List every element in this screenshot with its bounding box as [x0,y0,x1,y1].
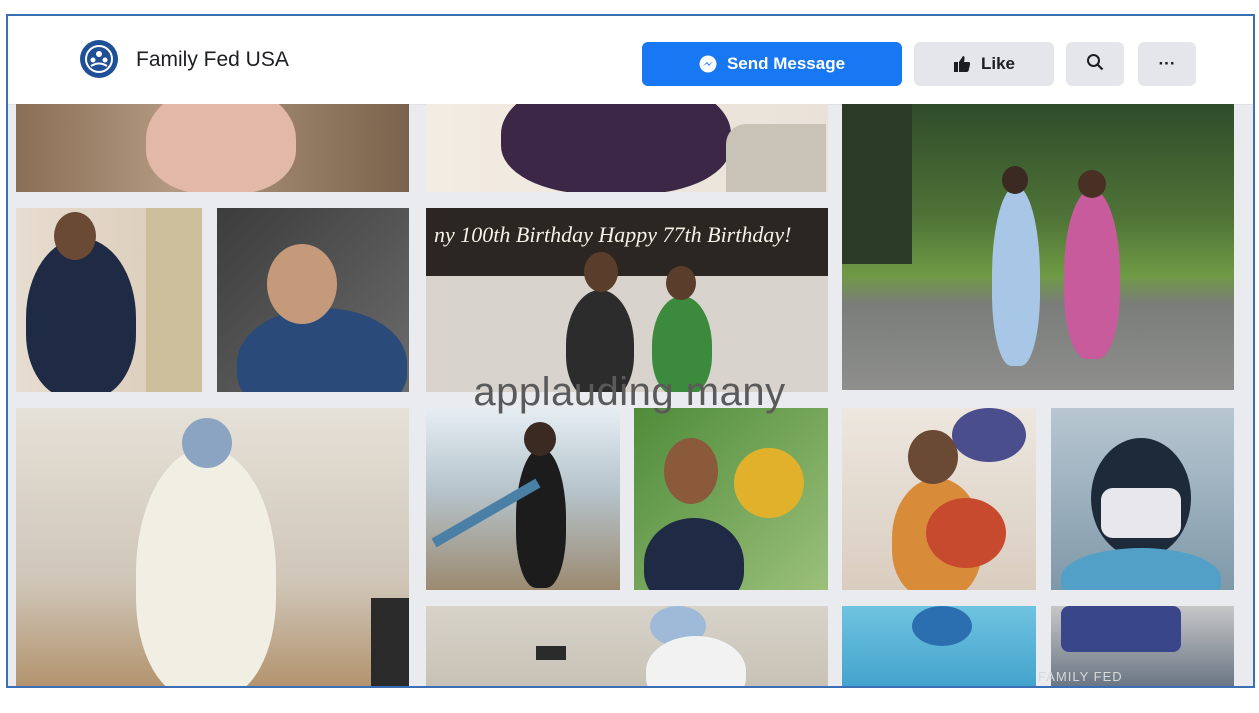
photo-tile-birthday-banner: ny 100th Birthday Happy 77th Birthday! [426,208,828,392]
video-caption: applauding many [473,370,786,414]
photo-tile-mirror-selfie [16,208,202,392]
photo-tile-pier [426,408,620,590]
page-name[interactable]: Family Fed USA [136,48,289,72]
watermark-text: FAMILY FED [1038,669,1123,684]
messenger-icon [699,55,717,73]
photo-tile-fruit-bouquet [842,408,1036,590]
video-frame: Family Fed USA Send Message Like ··· ny … [6,14,1255,688]
photo-tile-hospital-hall [426,606,828,686]
search-icon [1086,53,1104,76]
photo-tile-blue-gown [842,606,1036,686]
search-button[interactable] [1066,42,1124,86]
photo-tile-mask-closeup [16,104,409,192]
send-message-button[interactable]: Send Message [642,42,902,86]
thumbs-up-icon [953,55,971,73]
photo-tile-couple-outdoors [842,104,1234,390]
photo-tile-sunflower [634,408,828,590]
like-button[interactable]: Like [914,42,1054,86]
more-icon: ··· [1158,54,1176,73]
photo-tile-face-shield [1051,408,1234,590]
photo-tile-ppe-gown [16,408,409,686]
page-header: Family Fed USA Send Message Like ··· [8,16,1253,105]
bottom-strip [0,688,1259,713]
photo-tile-car-selfie [217,208,409,392]
photo-tile-purple-shirt [426,104,828,192]
birthday-banner-text: ny 100th Birthday Happy 77th Birthday! [434,222,792,247]
send-message-label: Send Message [726,54,846,73]
like-label: Like [980,54,1016,73]
more-button[interactable]: ··· [1138,42,1196,86]
family-fed-emblem-icon[interactable] [80,40,118,78]
